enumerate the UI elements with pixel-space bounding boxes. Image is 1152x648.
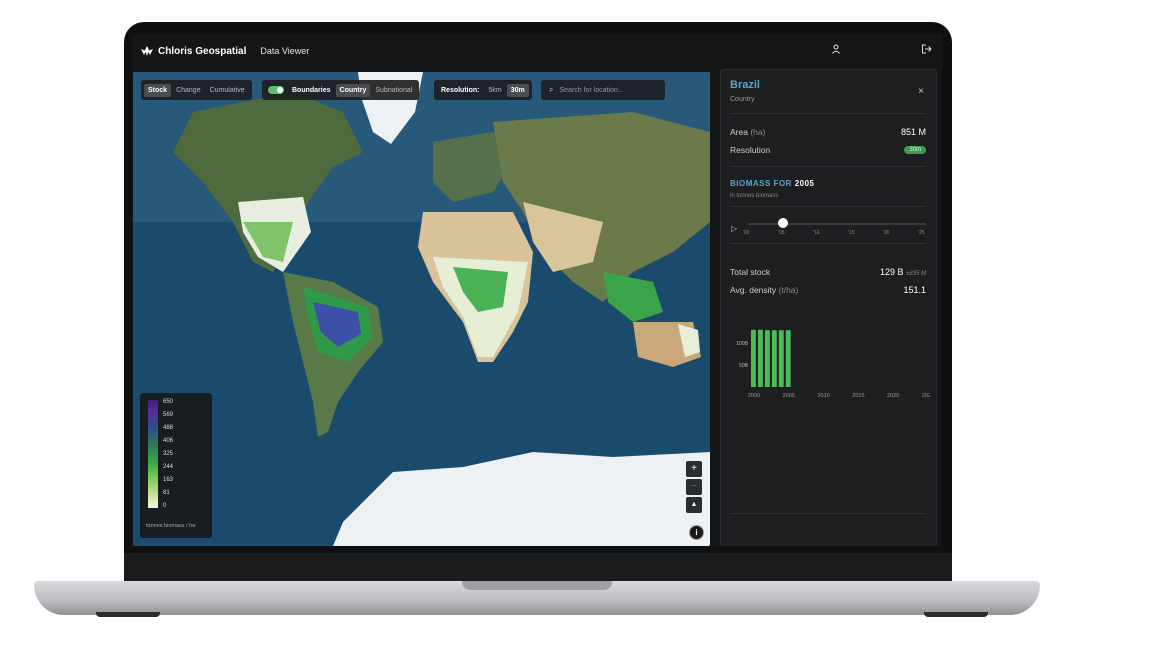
legend-tick: 650: [163, 399, 174, 405]
mode-toolbar: Stock Change Cumulative: [141, 80, 252, 100]
app-header: Chloris Geospatial Data Viewer: [132, 34, 942, 68]
legend-tick: 406: [163, 438, 174, 444]
timeline-tick: '05: [778, 230, 785, 236]
biomass-stock-chart: 2000 2005 2010 2015 2020 2025 50B 100B: [736, 329, 930, 399]
year-slider-track[interactable]: [748, 223, 926, 225]
tab-stock[interactable]: Stock: [144, 83, 172, 97]
world-map[interactable]: Stock Change Cumulative Boundaries Count…: [133, 72, 710, 546]
tab-subnational[interactable]: Subnational: [371, 84, 416, 97]
info-icon[interactable]: i: [689, 525, 704, 540]
location-search[interactable]: ⌕ Search for location...: [541, 80, 665, 100]
tab-5km[interactable]: 5km: [485, 84, 506, 97]
legend-tick: 488: [163, 425, 174, 431]
divider: [730, 243, 926, 244]
chart-bar: [757, 329, 763, 387]
year-slider-thumb[interactable]: [778, 218, 788, 228]
chart-bar: [751, 329, 756, 387]
chart-x-tick: 2025: [922, 393, 930, 399]
tab-30m[interactable]: 30m: [506, 83, 529, 97]
legend-tick: 0: [163, 503, 167, 509]
laptop-chin: [124, 553, 952, 583]
panel-subtitle: Country: [730, 96, 755, 103]
brand-logo[interactable]: Chloris Geospatial: [140, 45, 246, 57]
legend-color-ramp: [148, 400, 158, 508]
reset-north-button[interactable]: ▲: [686, 497, 702, 513]
timeline-tick: '25: [918, 230, 925, 236]
leaf-logo-icon: [141, 46, 153, 56]
panel-title: Brazil: [730, 79, 760, 91]
resolution-toolbar: Resolution: 5km 30m: [434, 80, 532, 100]
resolution-badge: 30m: [904, 146, 926, 154]
basemap-graphic: [133, 72, 710, 546]
tab-cumulative[interactable]: Cumulative: [206, 84, 249, 97]
divider: [730, 113, 926, 114]
resolution-label: Resolution:: [441, 86, 480, 94]
biomass-section-title: BIOMASS FOR 2005: [730, 179, 815, 188]
laptop-foot: [96, 612, 160, 617]
app-screen: Chloris Geospatial Data Viewer Stock Cha…: [132, 34, 942, 546]
chart-bar: [771, 330, 777, 387]
divider: [730, 206, 926, 207]
boundaries-label: Boundaries: [292, 86, 331, 94]
legend-tick: 244: [163, 464, 174, 470]
chart-bar: [764, 330, 770, 387]
boundaries-toggle[interactable]: [268, 86, 284, 94]
legend-unit: tonnes biomass / ha: [146, 523, 196, 529]
search-input[interactable]: Search for location...: [559, 87, 623, 94]
timeline-tick: '00: [743, 230, 750, 236]
zoom-out-button[interactable]: −: [686, 479, 702, 495]
chart-bar: [778, 330, 784, 387]
legend-tick: 325: [163, 451, 174, 457]
tab-country[interactable]: Country: [335, 83, 371, 97]
avg-density-label: Avg. density (t/ha): [730, 285, 799, 295]
chart-y-tick: 100B: [736, 341, 748, 347]
biomass-section-subtitle: in tonnes biomass: [730, 193, 779, 199]
area-label: Area (ha): [730, 127, 766, 137]
laptop-foot: [924, 612, 988, 617]
timeline-tick: '20: [883, 230, 890, 236]
location-panel: Brazil Country × Area (ha) 851 M Resolut…: [720, 69, 937, 546]
legend-tick: 569: [163, 412, 174, 418]
chart-x-tick: 2010: [817, 393, 829, 399]
tab-change[interactable]: Change: [172, 84, 205, 97]
divider: [730, 513, 926, 514]
resolution-row-label: Resolution: [730, 145, 771, 155]
logout-icon[interactable]: [920, 44, 932, 56]
zoom-in-button[interactable]: +: [686, 461, 702, 477]
chart-x-tick: 2000: [748, 393, 760, 399]
chart-y-tick: 50B: [739, 363, 749, 369]
close-icon[interactable]: ×: [918, 86, 924, 97]
biomass-legend: 650 569 488 406 325 244 163 81 0 tonnes …: [140, 393, 212, 538]
total-stock-label: Total stock: [730, 267, 771, 277]
laptop-notch: [462, 581, 612, 590]
chart-x-tick: 2015: [852, 393, 864, 399]
chart-x-tick: 2020: [887, 393, 899, 399]
search-icon: ⌕: [549, 85, 554, 94]
total-stock-value: 129 B ±835 M: [879, 267, 926, 277]
legend-tick: 163: [163, 477, 174, 483]
app-title: Data Viewer: [260, 46, 310, 56]
chart-x-tick: 2005: [783, 393, 795, 399]
chart-bar: [785, 330, 791, 387]
legend-tick: 81: [163, 490, 170, 496]
avg-density-value: 151.1: [903, 285, 926, 295]
boundaries-toolbar: Boundaries Country Subnational: [262, 80, 420, 100]
timeline-tick: '15: [848, 230, 855, 236]
play-icon[interactable]: ▷: [731, 224, 737, 233]
divider: [730, 166, 926, 167]
area-value: 851 M: [900, 127, 926, 137]
user-icon[interactable]: [830, 44, 842, 56]
brand-name: Chloris Geospatial: [158, 45, 247, 57]
timeline-tick: '10: [813, 230, 820, 236]
